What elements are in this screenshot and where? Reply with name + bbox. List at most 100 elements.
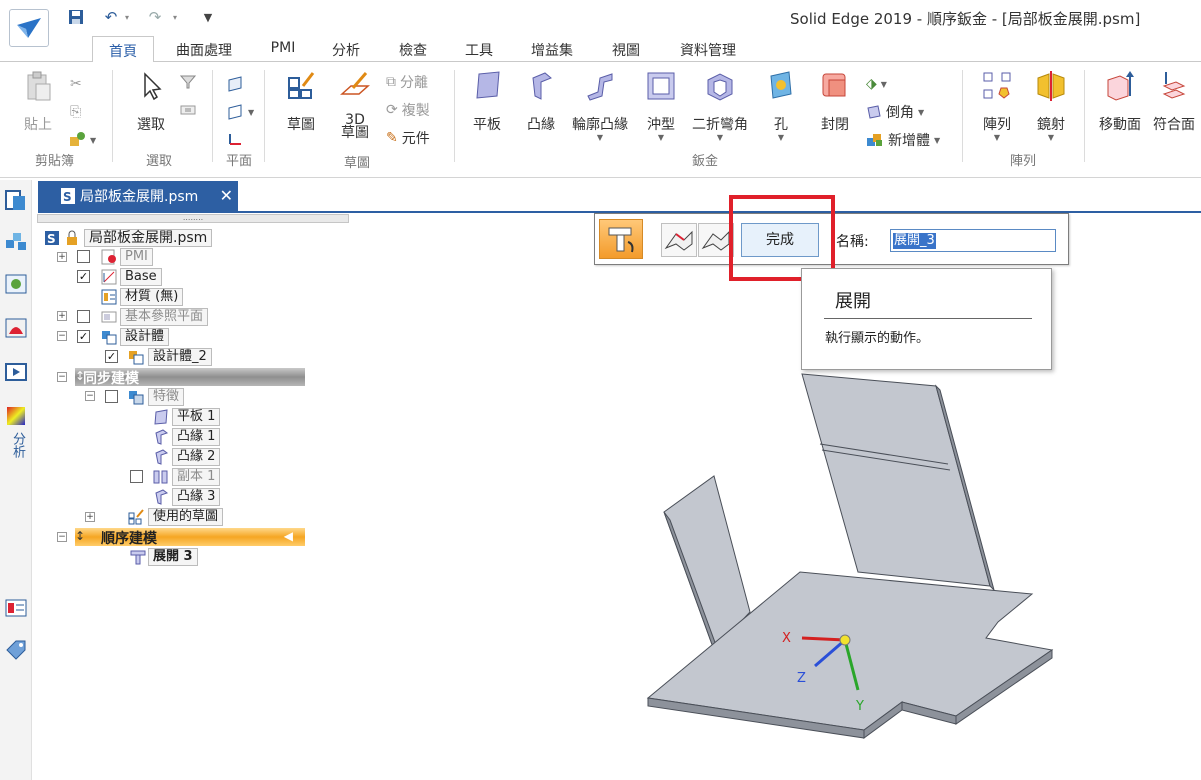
ref-planes-checkbox[interactable] bbox=[77, 310, 90, 323]
tree-design-body-2[interactable]: 設計體_2 bbox=[148, 348, 212, 366]
tab-pmi[interactable]: PMI bbox=[262, 38, 304, 62]
collapse-ordered-modeling[interactable]: − bbox=[57, 532, 67, 542]
properties-icon[interactable] bbox=[4, 596, 28, 620]
close-tab-icon[interactable]: ✕ bbox=[220, 186, 233, 205]
sync-modeling-bar[interactable]: 同步建模 ↕ bbox=[75, 368, 305, 387]
tree-unfold3[interactable]: 展開 3 bbox=[148, 548, 198, 566]
3d-sketch-button[interactable]: 3D 草圖 bbox=[334, 70, 376, 140]
tab-home[interactable]: 首頁 bbox=[92, 36, 154, 63]
design-body-2-checkbox[interactable]: ✓ bbox=[105, 350, 118, 363]
select-face-step-icon bbox=[664, 230, 693, 251]
tree-flange1[interactable]: 凸緣 1 bbox=[172, 428, 221, 446]
tree-flange3[interactable]: 凸緣 3 bbox=[172, 488, 221, 506]
tree-material[interactable]: 材質 (無) bbox=[120, 288, 184, 306]
redo-icon[interactable]: ↷ bbox=[144, 6, 166, 28]
collapse-features[interactable]: − bbox=[85, 391, 95, 401]
tab-inspect[interactable]: 檢查 bbox=[392, 38, 434, 62]
tree-used-sketches[interactable]: 使用的草圖 bbox=[148, 508, 224, 526]
tree-design-body[interactable]: 設計體 bbox=[120, 328, 170, 346]
select-edge-step-icon bbox=[701, 230, 730, 251]
coordinate-system-icon[interactable] bbox=[226, 130, 244, 150]
sheet-metal-model[interactable]: X Z Y bbox=[600, 360, 1100, 740]
feature-misc-button[interactable]: ⬗ ▼ bbox=[866, 74, 887, 94]
tree-flange2[interactable]: 凸緣 2 bbox=[172, 448, 221, 466]
copy-icon[interactable]: ⎘ bbox=[70, 102, 81, 122]
separator bbox=[264, 70, 265, 162]
undo-icon[interactable]: ↶ bbox=[100, 6, 122, 28]
features-checkbox[interactable] bbox=[105, 390, 118, 403]
tab-feature-button[interactable]: 平板 bbox=[466, 70, 508, 134]
mirror-button[interactable]: 鏡射 ▼ bbox=[1030, 70, 1072, 142]
document-tab[interactable]: S 局部板金展開.psm ✕ bbox=[38, 181, 238, 211]
hole-icon bbox=[770, 71, 792, 99]
3d-sketch-icon bbox=[340, 72, 370, 95]
redo-dropdown-icon[interactable]: ▾ bbox=[170, 6, 180, 28]
split-button[interactable]: ⧉ 分離 bbox=[386, 72, 428, 92]
tree-pmi[interactable]: PMI bbox=[120, 248, 153, 266]
coincident-plane-icon[interactable]: ▼ bbox=[226, 102, 254, 122]
tab-analyze[interactable]: 分析 bbox=[326, 38, 366, 62]
design-body-checkbox[interactable]: ✓ bbox=[77, 330, 90, 343]
tree-ref-planes[interactable]: 基本參照平面 bbox=[120, 308, 209, 326]
close-corner-button[interactable]: 封閉 bbox=[814, 70, 856, 134]
collapse-design-body[interactable]: − bbox=[57, 331, 67, 341]
separator bbox=[212, 70, 213, 162]
paste-button[interactable]: 貼上 bbox=[18, 70, 58, 134]
tag-icon[interactable] bbox=[4, 638, 28, 662]
chamfer-button[interactable]: 倒角 ▼ bbox=[866, 102, 924, 122]
base-checkbox[interactable]: ✓ bbox=[77, 270, 90, 283]
plane-icon[interactable] bbox=[226, 74, 244, 94]
component-button[interactable]: ✎ 元件 bbox=[386, 128, 430, 148]
tab-addins[interactable]: 增益集 bbox=[524, 38, 580, 62]
tree-tab1[interactable]: 平板 1 bbox=[172, 408, 221, 426]
select-button[interactable]: 選取 bbox=[130, 70, 172, 134]
sketch-button[interactable]: 草圖 bbox=[280, 70, 322, 134]
expand-ref-planes[interactable]: + bbox=[57, 311, 67, 321]
pmi-checkbox[interactable] bbox=[77, 250, 90, 263]
tree-features[interactable]: 特徵 bbox=[148, 388, 185, 406]
lock-icon bbox=[67, 230, 77, 245]
analysis-panel-label[interactable]: 分析 bbox=[8, 432, 27, 458]
appearance-icon[interactable] bbox=[4, 316, 28, 340]
assembly-icon[interactable] bbox=[4, 230, 28, 254]
tree-copy1[interactable]: 副本 1 bbox=[172, 468, 221, 486]
expand-used-sketches[interactable]: + bbox=[85, 512, 95, 522]
pathfinder-icon[interactable] bbox=[4, 188, 28, 212]
coincident-face-button[interactable]: 符合面 bbox=[1150, 70, 1198, 134]
layers-icon[interactable] bbox=[4, 272, 28, 296]
customize-qat-icon[interactable]: ▼ bbox=[200, 6, 216, 28]
copy1-checkbox[interactable] bbox=[130, 470, 143, 483]
dimple-button[interactable]: 沖型 ▼ bbox=[640, 70, 682, 142]
hole-button[interactable]: 孔 ▼ bbox=[760, 70, 802, 142]
tab-tools[interactable]: 工具 bbox=[458, 38, 500, 62]
media-icon[interactable] bbox=[4, 360, 28, 384]
split-icon: ⧉ bbox=[386, 74, 396, 90]
cursor-arrow-icon bbox=[144, 72, 162, 101]
flange-button[interactable]: 凸緣 bbox=[520, 70, 562, 134]
copy-sketch-button[interactable]: ⟳ 複製 bbox=[386, 100, 430, 120]
pattern-button[interactable]: 陣列 ▼ bbox=[976, 70, 1018, 142]
undo-dropdown-icon[interactable]: ▾ bbox=[122, 6, 132, 28]
filter-icon[interactable] bbox=[180, 72, 196, 92]
format-painter-icon[interactable]: ▼ bbox=[68, 130, 96, 150]
save-icon[interactable] bbox=[66, 6, 86, 28]
select-tools-icon[interactable] bbox=[180, 100, 196, 120]
contour-flange-button[interactable]: 輪廓凸緣 ▼ bbox=[568, 70, 632, 142]
cut-icon[interactable]: ✂ bbox=[70, 74, 82, 94]
ordered-modeling-bar[interactable]: ↕ 順序建模 ◀ bbox=[75, 528, 305, 547]
collapse-sync-modeling[interactable]: − bbox=[57, 372, 67, 382]
tree-base[interactable]: Base bbox=[120, 268, 162, 286]
bend-button[interactable]: 二折彎角 ▼ bbox=[688, 70, 752, 142]
tab-data-management[interactable]: 資料管理 bbox=[672, 38, 744, 62]
analysis-color-icon[interactable] bbox=[4, 404, 28, 428]
tooltip-divider bbox=[824, 318, 1032, 319]
new-body-icon bbox=[867, 134, 882, 146]
new-body-button[interactable]: 新增體 ▼ bbox=[866, 130, 940, 150]
tab-surfacing[interactable]: 曲面處理 bbox=[166, 38, 242, 62]
move-face-button[interactable]: 移動面 bbox=[1096, 70, 1144, 134]
expand-pmi[interactable]: + bbox=[57, 252, 67, 262]
tab-view[interactable]: 視圖 bbox=[604, 38, 648, 62]
select-face-step-button[interactable] bbox=[661, 223, 697, 257]
unfold-command-button[interactable] bbox=[599, 219, 643, 259]
pathfinder-grip[interactable]: ........ bbox=[37, 214, 349, 223]
